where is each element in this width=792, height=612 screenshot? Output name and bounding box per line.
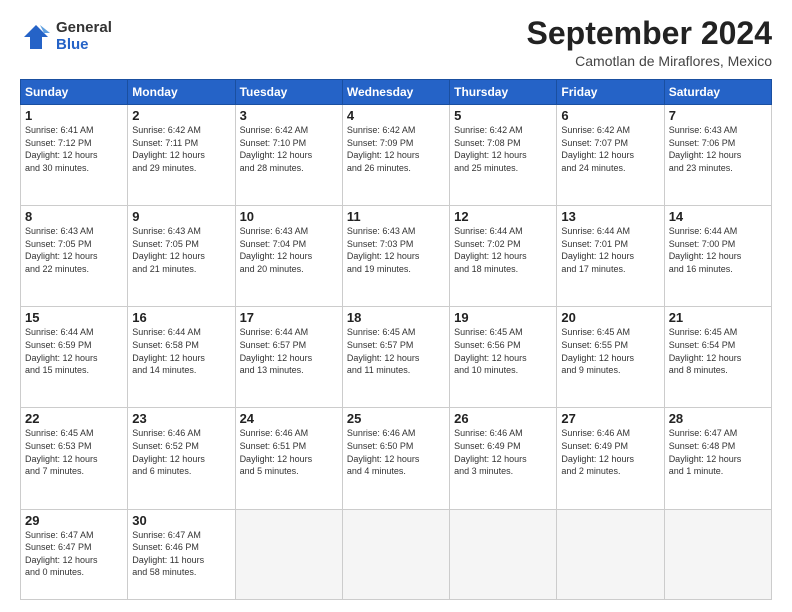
logo-text: General Blue xyxy=(56,20,112,53)
month-title: September 2024 xyxy=(527,16,772,51)
day-20: 20 Sunrise: 6:45 AMSunset: 6:55 PMDaylig… xyxy=(557,307,664,408)
calendar-table: Sunday Monday Tuesday Wednesday Thursday… xyxy=(20,79,772,600)
week-row-4: 22 Sunrise: 6:45 AMSunset: 6:53 PMDaylig… xyxy=(21,408,772,509)
day-empty-3 xyxy=(450,509,557,600)
day-18: 18 Sunrise: 6:45 AMSunset: 6:57 PMDaylig… xyxy=(342,307,449,408)
day-1: 1 Sunrise: 6:41 AMSunset: 7:12 PMDayligh… xyxy=(21,105,128,206)
day-10: 10 Sunrise: 6:43 AMSunset: 7:04 PMDaylig… xyxy=(235,206,342,307)
day-16: 16 Sunrise: 6:44 AMSunset: 6:58 PMDaylig… xyxy=(128,307,235,408)
col-sunday: Sunday xyxy=(21,80,128,105)
day-7: 7 Sunrise: 6:43 AMSunset: 7:06 PMDayligh… xyxy=(664,105,771,206)
day-9: 9 Sunrise: 6:43 AMSunset: 7:05 PMDayligh… xyxy=(128,206,235,307)
day-29: 29 Sunrise: 6:47 AMSunset: 6:47 PMDaylig… xyxy=(21,509,128,600)
col-friday: Friday xyxy=(557,80,664,105)
logo: General Blue xyxy=(20,20,112,53)
week-row-3: 15 Sunrise: 6:44 AMSunset: 6:59 PMDaylig… xyxy=(21,307,772,408)
day-13: 13 Sunrise: 6:44 AMSunset: 7:01 PMDaylig… xyxy=(557,206,664,307)
day-17: 17 Sunrise: 6:44 AMSunset: 6:57 PMDaylig… xyxy=(235,307,342,408)
day-15: 15 Sunrise: 6:44 AMSunset: 6:59 PMDaylig… xyxy=(21,307,128,408)
logo-icon xyxy=(20,21,52,53)
day-22: 22 Sunrise: 6:45 AMSunset: 6:53 PMDaylig… xyxy=(21,408,128,509)
page: General Blue September 2024 Camotlan de … xyxy=(0,0,792,612)
title-block: September 2024 Camotlan de Miraflores, M… xyxy=(527,16,772,69)
day-14: 14 Sunrise: 6:44 AMSunset: 7:00 PMDaylig… xyxy=(664,206,771,307)
col-monday: Monday xyxy=(128,80,235,105)
day-21: 21 Sunrise: 6:45 AMSunset: 6:54 PMDaylig… xyxy=(664,307,771,408)
day-27: 27 Sunrise: 6:46 AMSunset: 6:49 PMDaylig… xyxy=(557,408,664,509)
col-saturday: Saturday xyxy=(664,80,771,105)
day-8: 8 Sunrise: 6:43 AMSunset: 7:05 PMDayligh… xyxy=(21,206,128,307)
day-23: 23 Sunrise: 6:46 AMSunset: 6:52 PMDaylig… xyxy=(128,408,235,509)
day-4: 4 Sunrise: 6:42 AMSunset: 7:09 PMDayligh… xyxy=(342,105,449,206)
day-empty-5 xyxy=(664,509,771,600)
day-empty-2 xyxy=(342,509,449,600)
week-row-1: 1 Sunrise: 6:41 AMSunset: 7:12 PMDayligh… xyxy=(21,105,772,206)
day-11: 11 Sunrise: 6:43 AMSunset: 7:03 PMDaylig… xyxy=(342,206,449,307)
col-wednesday: Wednesday xyxy=(342,80,449,105)
day-12: 12 Sunrise: 6:44 AMSunset: 7:02 PMDaylig… xyxy=(450,206,557,307)
col-tuesday: Tuesday xyxy=(235,80,342,105)
day-2: 2 Sunrise: 6:42 AMSunset: 7:11 PMDayligh… xyxy=(128,105,235,206)
day-26: 26 Sunrise: 6:46 AMSunset: 6:49 PMDaylig… xyxy=(450,408,557,509)
day-empty-1 xyxy=(235,509,342,600)
week-row-5: 29 Sunrise: 6:47 AMSunset: 6:47 PMDaylig… xyxy=(21,509,772,600)
day-empty-4 xyxy=(557,509,664,600)
day-30: 30 Sunrise: 6:47 AMSunset: 6:46 PMDaylig… xyxy=(128,509,235,600)
day-28: 28 Sunrise: 6:47 AMSunset: 6:48 PMDaylig… xyxy=(664,408,771,509)
calendar-header-row: Sunday Monday Tuesday Wednesday Thursday… xyxy=(21,80,772,105)
day-3: 3 Sunrise: 6:42 AMSunset: 7:10 PMDayligh… xyxy=(235,105,342,206)
day-6: 6 Sunrise: 6:42 AMSunset: 7:07 PMDayligh… xyxy=(557,105,664,206)
logo-general-text: General xyxy=(56,20,112,37)
day-19: 19 Sunrise: 6:45 AMSunset: 6:56 PMDaylig… xyxy=(450,307,557,408)
week-row-2: 8 Sunrise: 6:43 AMSunset: 7:05 PMDayligh… xyxy=(21,206,772,307)
day-5: 5 Sunrise: 6:42 AMSunset: 7:08 PMDayligh… xyxy=(450,105,557,206)
location-title: Camotlan de Miraflores, Mexico xyxy=(527,53,772,69)
day-24: 24 Sunrise: 6:46 AMSunset: 6:51 PMDaylig… xyxy=(235,408,342,509)
col-thursday: Thursday xyxy=(450,80,557,105)
day-25: 25 Sunrise: 6:46 AMSunset: 6:50 PMDaylig… xyxy=(342,408,449,509)
header: General Blue September 2024 Camotlan de … xyxy=(20,16,772,69)
logo-blue-text: Blue xyxy=(56,37,112,54)
